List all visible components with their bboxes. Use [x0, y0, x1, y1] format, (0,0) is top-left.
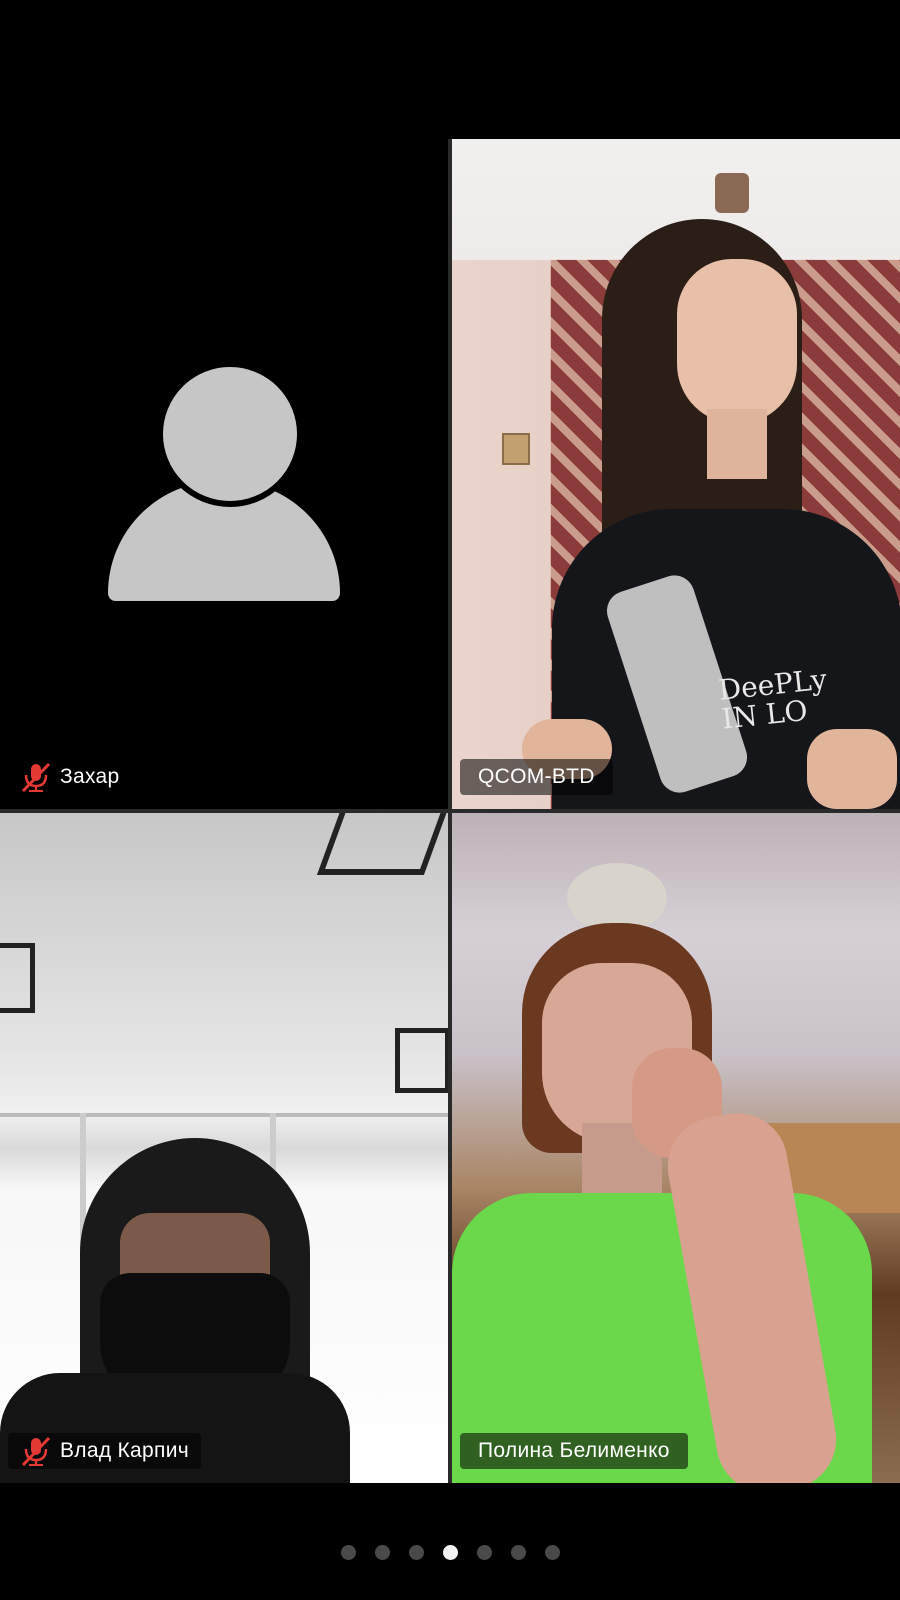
participant-name-label: Влад Карпич: [8, 1433, 201, 1469]
participant-name-label: Полина Белименко: [460, 1433, 688, 1469]
page-dot-4[interactable]: [442, 1544, 458, 1560]
grid-divider-horizontal: [0, 809, 900, 813]
participant-name: Захар: [60, 765, 120, 788]
page-dot-7[interactable]: [544, 1544, 560, 1560]
participant-tile-zakhar[interactable]: Захар: [0, 139, 448, 809]
page-dot-5[interactable]: [476, 1544, 492, 1560]
page-dot-6[interactable]: [510, 1544, 526, 1560]
participant-tile-polina-belimenko[interactable]: Полина Белименко: [452, 813, 900, 1483]
muted-mic-icon: [21, 1436, 51, 1466]
page-dot-3[interactable]: [408, 1544, 424, 1560]
participant-name: Полина Белименко: [478, 1439, 670, 1462]
page-dot-2[interactable]: [374, 1544, 390, 1560]
participant-name: QCOM-BTD: [478, 765, 595, 788]
participant-name: Влад Карпич: [60, 1439, 189, 1462]
muted-mic-icon: [21, 762, 51, 792]
participant-name-label: Захар: [8, 759, 132, 795]
participant-name-label: QCOM-BTD: [460, 759, 613, 795]
page-indicator: [0, 1542, 900, 1562]
participant-tile-qcom-btd[interactable]: DeePLy IN LO QCOM-BTD: [452, 139, 900, 809]
participant-tile-vlad-karpich[interactable]: Влад Карпич: [0, 813, 448, 1483]
page-dot-1[interactable]: [340, 1544, 356, 1560]
